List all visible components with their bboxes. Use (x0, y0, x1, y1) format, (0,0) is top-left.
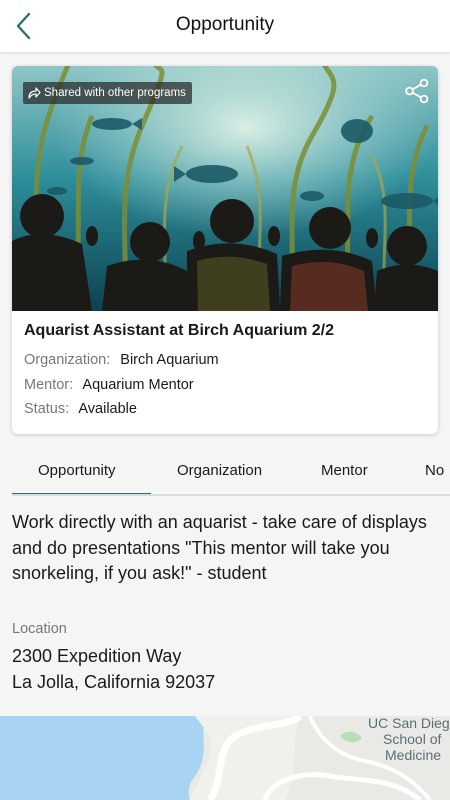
field-label: Status: (24, 401, 70, 417)
shared-badge-label: Shared with other programs (44, 87, 186, 99)
opportunity-description: Work directly with an aquarist - take ca… (12, 512, 427, 583)
field-label: Mentor: (24, 376, 74, 393)
organization-row: Organization: Birch Aquarium (24, 348, 426, 373)
location-map[interactable]: UC San Dieg School of Medicine (0, 716, 450, 800)
navigation-bar: Opportunity (0, 0, 450, 52)
tab-bar: Opportunity Organization Mentor No (12, 452, 450, 496)
active-tab-indicator (12, 493, 151, 494)
mentor-value: Aquarium Mentor (82, 376, 194, 393)
map-label: School of (383, 731, 442, 747)
opportunity-title: Aquarist Assistant at Birch Aquarium 2/2 (24, 322, 334, 339)
field-label: Organization: (24, 352, 111, 368)
mentor-row: Mentor: Aquarium Mentor (24, 373, 426, 398)
page-title: Opportunity (175, 14, 275, 35)
tab-opportunity[interactable]: Opportunity (38, 462, 116, 479)
share-button[interactable] (402, 76, 432, 106)
location-label: Location (12, 621, 67, 637)
status-row: Status: Available (24, 397, 426, 422)
address-line-2: La Jolla, California 92037 (12, 672, 216, 692)
aquarium-photo: Shared with other programs (12, 66, 438, 311)
share-arrow-icon (27, 86, 41, 100)
tab-mentor[interactable]: Mentor (321, 462, 368, 479)
map-label: UC San Dieg (368, 716, 450, 731)
tab-notes[interactable]: No (425, 462, 444, 479)
address-line-1: 2300 Expedition Way (12, 646, 182, 666)
opportunity-card[interactable]: Shared with other programs Aquarist Assi… (12, 66, 438, 434)
status-value: Available (78, 401, 137, 417)
map-label: Medicine (385, 747, 442, 763)
shared-badge: Shared with other programs (23, 82, 192, 104)
tab-organization[interactable]: Organization (177, 462, 262, 479)
organization-value: Birch Aquarium (120, 352, 219, 368)
share-icon (405, 78, 429, 104)
